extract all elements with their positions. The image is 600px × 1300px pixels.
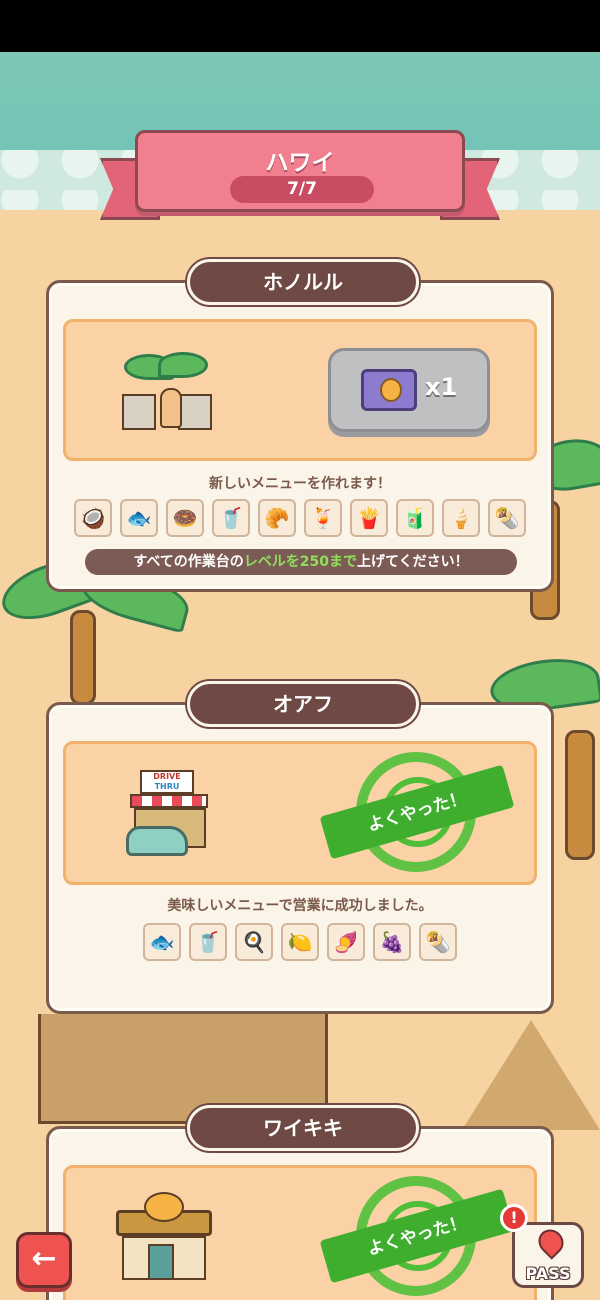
stage-description: 美味しいメニューで営業に成功しました。 <box>167 898 433 914</box>
lemonade-icon: 🍋 <box>281 923 319 961</box>
crepe-icon: 🌯 <box>419 923 457 961</box>
region-title: ハワイ <box>265 150 335 176</box>
map-pin-icon <box>533 1224 569 1260</box>
thru-sign: THRU <box>154 782 180 791</box>
taiyaki-icon: 🐟 <box>120 499 158 537</box>
stage-panel: x1 <box>63 319 537 461</box>
treasure-chest-icon <box>361 369 417 411</box>
blue-drink-icon: 🧃 <box>396 499 434 537</box>
stage-title: ホノルル <box>187 259 419 305</box>
egg-icon: 🍳 <box>235 923 273 961</box>
donut-icon: 🍩 <box>166 499 204 537</box>
reward-quantity: x1 <box>425 373 458 401</box>
reward-box: x1 <box>328 348 490 432</box>
stage-description: 新しいメニューを作れます！ <box>209 476 391 492</box>
taiyaki-icon: 🐟 <box>143 923 181 961</box>
stage-card-waikiki: ワイキキ よくやった！ <box>46 1105 554 1300</box>
taiyaki-shop-illustration <box>116 1192 216 1282</box>
stage-card-honolulu: ホノルル x1 新しいメニューを作れます！ 🥥 🐟 🍩 🥤 🥐 🍹 🍟 🧃 🍦 … <box>46 259 554 592</box>
drive-thru-illustration: DRIVE THRU <box>126 770 226 860</box>
purple-bread-icon: 🍠 <box>327 923 365 961</box>
fries-icon: 🍟 <box>350 499 388 537</box>
stage-panel: DRIVE THRU よくやった！ <box>63 741 537 885</box>
pink-drink-icon: 🥤 <box>212 499 250 537</box>
juice-icon: 🥤 <box>189 923 227 961</box>
stage-panel: よくやった！ <box>63 1165 537 1300</box>
menu-icon-list: 🥥 🐟 🍩 🥤 🥐 🍹 🍟 🧃 🍦 🌯 <box>49 499 551 537</box>
croissant-icon: 🥐 <box>258 499 296 537</box>
coconut-icon: 🥥 <box>74 499 112 537</box>
unlock-hint: すべての作業台のレベルを250まで上げてください！ <box>85 549 517 575</box>
red-drink-icon: 🍹 <box>304 499 342 537</box>
status-bar <box>0 0 600 52</box>
drive-sign: DRIVE <box>153 772 181 781</box>
ice-cream-icon: 🍦 <box>442 499 480 537</box>
alert-badge-icon: ! <box>500 1204 528 1232</box>
pass-button[interactable]: PASS <box>512 1222 584 1288</box>
region-banner: ハワイ 7/7 <box>135 130 465 212</box>
stage-title: オアフ <box>187 681 419 727</box>
pass-label: PASS <box>525 1264 571 1283</box>
region-progress: 7/7 <box>230 176 374 203</box>
purple-pastry-icon: 🍇 <box>373 923 411 961</box>
palm-stand-illustration <box>118 348 218 444</box>
crepe-icon: 🌯 <box>488 499 526 537</box>
stage-title: ワイキキ <box>187 1105 419 1151</box>
back-button[interactable]: ← <box>16 1232 72 1288</box>
stage-card-oahu: オアフ DRIVE THRU よくやった！ 美味しいメニューで営業に成功しました… <box>46 681 554 1014</box>
menu-icon-list: 🐟 🥤 🍳 🍋 🍠 🍇 🌯 <box>49 923 551 961</box>
